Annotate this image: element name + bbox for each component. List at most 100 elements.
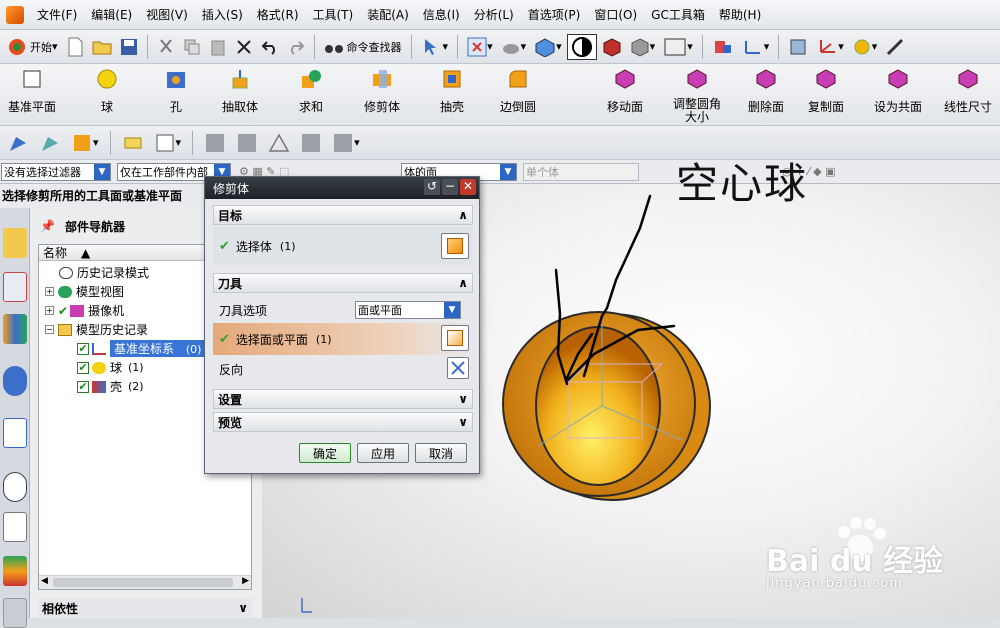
redo-icon[interactable] — [284, 34, 308, 60]
reset-icon[interactable]: ↺ — [424, 179, 440, 195]
menu-preferences[interactable]: 首选项(P) — [521, 0, 588, 30]
reuse-library-tab-icon[interactable] — [3, 366, 27, 396]
tree-node-sphere[interactable]: ✔ 球 (1) — [77, 358, 144, 377]
fit-view-icon[interactable]: ▾ — [464, 34, 496, 60]
menu-help[interactable]: 帮助(H) — [712, 0, 768, 30]
section-view-icon[interactable] — [599, 34, 625, 60]
system-materials-tab-icon[interactable] — [3, 512, 27, 542]
menu-information[interactable]: 信息(I) — [416, 0, 467, 30]
menu-insert[interactable]: 插入(S) — [195, 0, 250, 30]
make-coplanar-button[interactable]: 设为共面 — [874, 68, 922, 115]
target-section-header[interactable]: 目标 ∧ — [213, 205, 473, 225]
trim-body-button[interactable]: 修剪体 — [364, 68, 400, 115]
delete-face-button[interactable]: 删除面 — [748, 68, 784, 115]
save-icon[interactable] — [117, 34, 141, 60]
menu-format[interactable]: 格式(R) — [250, 0, 306, 30]
unite-button[interactable]: 求和 — [299, 68, 323, 115]
settings-section-header[interactable]: 设置 ∨ — [213, 389, 473, 409]
new-file-icon[interactable] — [63, 34, 87, 60]
collapse-icon[interactable]: − — [45, 325, 54, 334]
ok-button[interactable]: 确定 — [299, 443, 351, 463]
menu-window[interactable]: 窗口(O) — [587, 0, 644, 30]
tree-node-datum-csys[interactable]: ✔ 基准坐标系 (0) — [77, 339, 206, 358]
tree-node-model-views[interactable]: + 模型视图 — [45, 282, 124, 301]
copy-icon[interactable] — [180, 34, 204, 60]
pin-icon[interactable]: 📌 — [40, 219, 55, 233]
undo-icon[interactable] — [258, 34, 282, 60]
copy-face-button[interactable]: 复制面 — [808, 68, 844, 115]
gray-cube-icon[interactable]: ▾ — [627, 34, 659, 60]
open-folder-icon[interactable] — [89, 34, 115, 60]
delete-icon[interactable] — [232, 34, 256, 60]
measure-icon[interactable] — [882, 34, 908, 60]
hole-button[interactable]: 孔 — [165, 68, 187, 115]
tree-node-model-history[interactable]: − 模型历史记录 — [45, 320, 148, 339]
shaded-edges-icon[interactable] — [566, 33, 597, 60]
close-icon[interactable]: ✕ — [460, 179, 476, 195]
menu-file[interactable]: 文件(F) — [30, 0, 84, 30]
datum-plane-button[interactable]: 基准平面 — [8, 68, 56, 115]
reverse-direction-button[interactable] — [447, 357, 469, 379]
expand-icon[interactable]: + — [45, 306, 54, 315]
snap-icon[interactable]: ▾ — [849, 34, 881, 60]
menu-assemblies[interactable]: 装配(A) — [360, 0, 416, 30]
move-face-button[interactable]: 移动面 — [607, 68, 643, 115]
extract-body-button[interactable]: 抽取体 — [222, 68, 258, 115]
part-navigator-tab-icon[interactable] — [3, 314, 27, 344]
layer-icon[interactable] — [785, 34, 811, 60]
tree-node-history-mode[interactable]: 历史记录模式 — [59, 263, 149, 282]
text-tool-icon[interactable]: ▾ — [151, 130, 185, 156]
tree-node-shell[interactable]: ✔ 壳 (2) — [77, 377, 144, 396]
curve-tool-icon[interactable] — [36, 130, 64, 156]
selection-filter-dropdown[interactable]: 没有选择过滤器 ▼ — [1, 162, 111, 181]
wcs-icon[interactable]: ▾ — [739, 34, 773, 60]
history-tab-icon[interactable] — [3, 472, 27, 502]
select-body-button[interactable] — [441, 233, 469, 259]
cut-icon[interactable] — [154, 34, 178, 60]
sketch-tool-icon[interactable] — [4, 130, 32, 156]
selection-mode-icon[interactable]: ▾ — [418, 34, 452, 60]
resize-blend-button[interactable]: 调整圆角大小 — [672, 68, 722, 124]
coord-icon[interactable]: ▾ — [813, 34, 847, 60]
visualization-tab-icon[interactable] — [3, 556, 27, 586]
cancel-button[interactable]: 取消 — [415, 443, 467, 463]
preview-section-header[interactable]: 预览 ∨ — [213, 412, 473, 432]
scroll-thumb[interactable] — [53, 578, 233, 587]
select-body-row[interactable]: ✔ 选择体 (1) — [213, 227, 473, 265]
start-button[interactable]: 开始 ▾ — [4, 34, 61, 60]
apply-button[interactable]: 应用 — [357, 443, 409, 463]
menu-tools[interactable]: 工具(T) — [306, 0, 361, 30]
edge-blend-button[interactable]: 边倒圆 — [500, 68, 536, 115]
menu-analysis[interactable]: 分析(L) — [467, 0, 521, 30]
menu-view[interactable]: 视图(V) — [139, 0, 195, 30]
visibility-checkbox[interactable]: ✔ — [77, 342, 89, 355]
visibility-checkbox[interactable]: ✔ — [77, 380, 89, 393]
menu-gc-toolbox[interactable]: GC工具箱 — [644, 0, 712, 30]
tree-node-cameras[interactable]: + ✔ 摄像机 — [45, 301, 124, 320]
horizontal-scrollbar[interactable]: ◀ ▶ — [39, 575, 251, 589]
assembly-navigator-tab-icon[interactable] — [3, 228, 27, 258]
select-face-row[interactable]: ✔ 选择面或平面 (1) — [213, 323, 473, 355]
hd3d-tab-icon[interactable] — [3, 418, 27, 448]
edit-feature-icon[interactable] — [119, 130, 147, 156]
menu-edit[interactable]: 编辑(E) — [84, 0, 139, 30]
view-orient-icon[interactable]: ▾ — [531, 34, 565, 60]
transform-icon[interactable] — [709, 34, 737, 60]
constraint-navigator-tab-icon[interactable] — [3, 272, 27, 302]
sphere-button[interactable]: 球 — [96, 68, 118, 115]
minimize-icon[interactable]: − — [442, 179, 458, 195]
surface-tool-icon[interactable]: ▾ — [68, 130, 102, 156]
background-icon[interactable]: ▾ — [660, 34, 696, 60]
visibility-checkbox[interactable]: ✔ — [77, 361, 89, 374]
expand-icon[interactable]: + — [45, 287, 54, 296]
roles-tab-icon[interactable] — [3, 598, 27, 628]
tool-section-header[interactable]: 刀具 ∧ — [213, 273, 473, 293]
scroll-left-icon[interactable]: ◀ — [41, 576, 48, 586]
render-style-icon[interactable]: ▾ — [498, 34, 530, 60]
dialog-title-bar[interactable]: 修剪体 ↺ − ✕ — [205, 177, 479, 199]
tool-option-dropdown[interactable]: 面或平面 ▼ — [355, 301, 461, 319]
paste-icon[interactable] — [206, 34, 230, 60]
select-face-button[interactable] — [441, 325, 469, 351]
dependencies-panel-header[interactable]: 相依性 ∨ — [38, 598, 252, 618]
command-finder-button[interactable]: 命令查找器 — [321, 34, 405, 60]
